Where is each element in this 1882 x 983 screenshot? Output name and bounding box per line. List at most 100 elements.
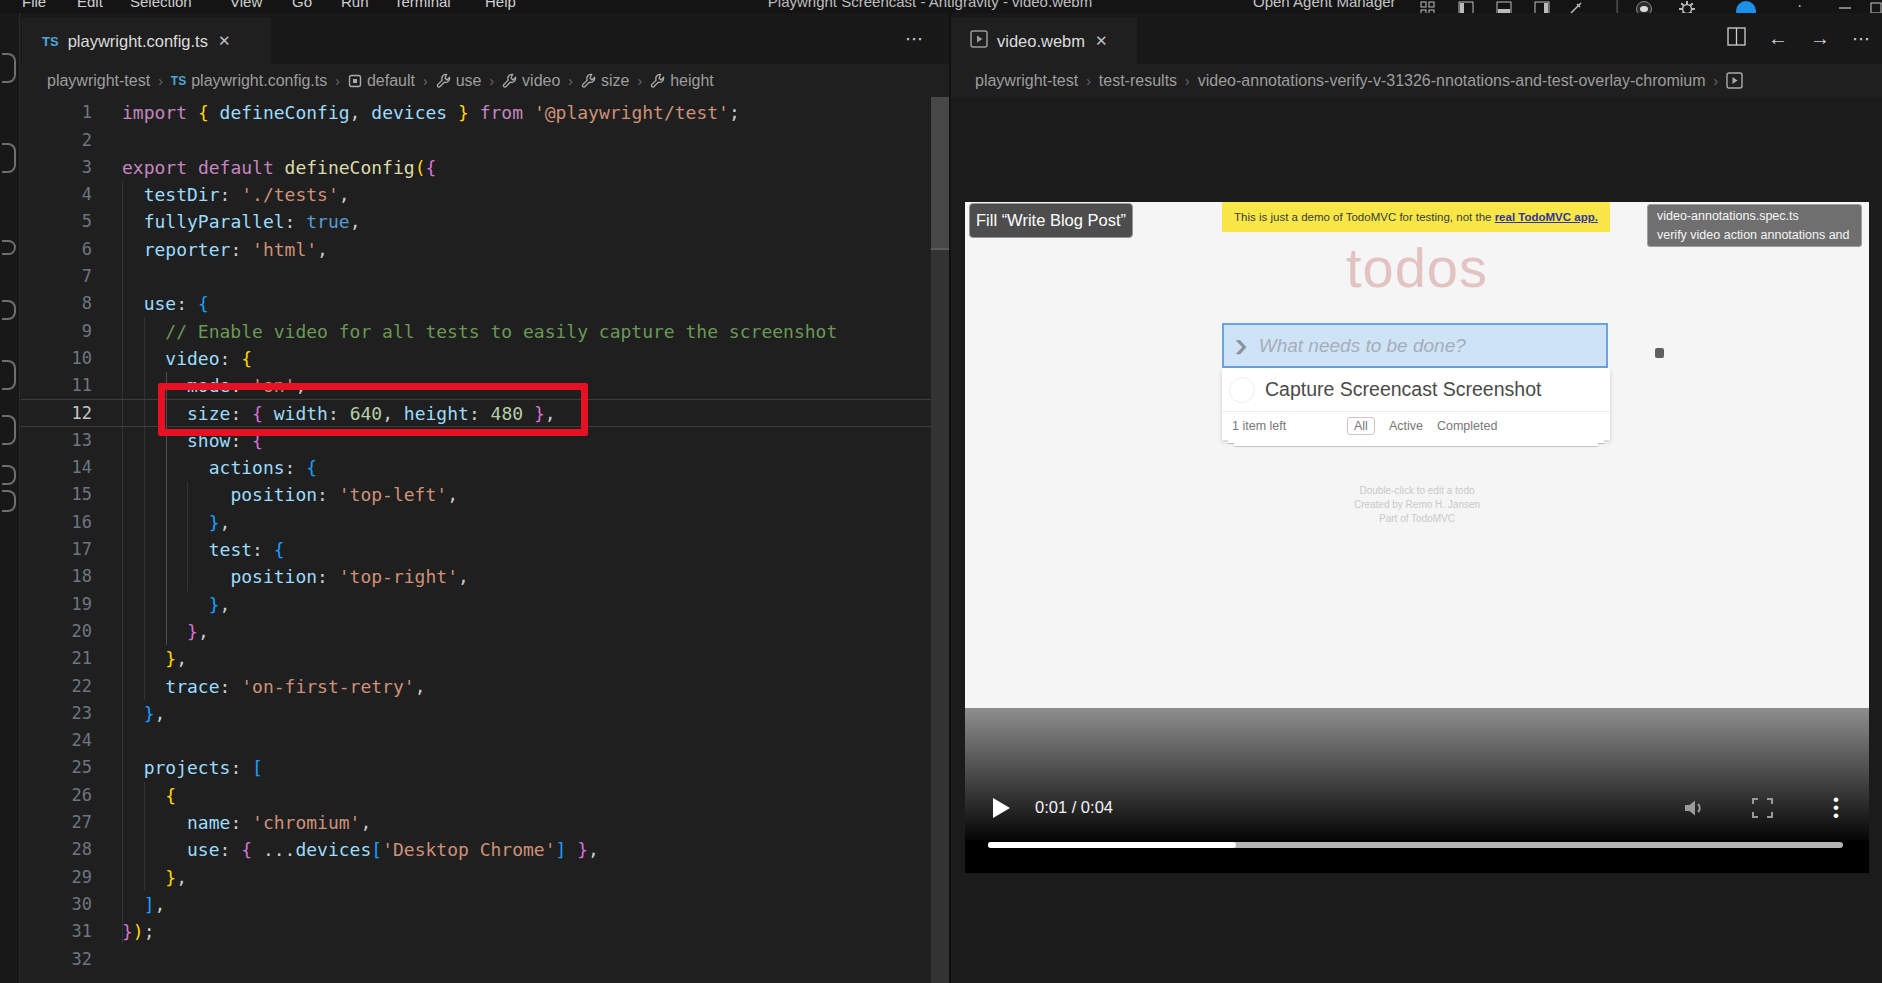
code-line-16: }, — [122, 509, 837, 536]
open-agent-manager-button[interactable]: Open Agent Manager — [1253, 0, 1396, 13]
video-file-icon — [1726, 72, 1743, 89]
breadcrumb-separator: › — [568, 73, 573, 89]
panel-right-icon[interactable] — [1534, 1, 1549, 13]
filter-completed[interactable]: Completed — [1437, 419, 1497, 433]
wrench-icon — [502, 73, 517, 88]
code-line-21: }, — [122, 645, 837, 672]
code-line-4: testDir: './tests', — [122, 181, 837, 208]
progress-bar[interactable] — [988, 842, 1843, 848]
breadcrumb-item[interactable]: TSplaywright.config.ts — [171, 72, 327, 90]
tab-video-webm[interactable]: video.webm ✕ — [951, 18, 1137, 64]
breadcrumb-item[interactable]: video-annotations-verify-v-31326-nnotati… — [1198, 72, 1706, 90]
breadcrumb-item[interactable]: height — [650, 72, 714, 90]
menu-view[interactable]: View — [230, 0, 262, 13]
typescript-icon: TS — [171, 74, 186, 88]
kebab-menu-icon[interactable]: ••• — [1826, 796, 1846, 820]
breadcrumb-separator: › — [1086, 73, 1091, 89]
filter-all[interactable]: All — [1347, 417, 1375, 435]
menu-help[interactable]: Help — [485, 0, 516, 13]
menu-go[interactable]: Go — [292, 0, 312, 13]
breadcrumb-item[interactable]: playwright-test — [975, 72, 1078, 90]
card-stack-edge — [1234, 443, 1598, 446]
left-tab-bar: TS playwright.config.ts ✕ ⋯ — [21, 13, 950, 64]
menu-terminal[interactable]: Terminal — [394, 0, 451, 13]
account-avatar[interactable] — [1736, 1, 1751, 13]
breadcrumb-item[interactable]: default — [348, 72, 415, 90]
code-line-9: // Enable video for all tests to easily … — [122, 318, 837, 345]
filter-active[interactable]: Active — [1389, 419, 1423, 433]
editor-actions[interactable]: ⋯ — [905, 13, 923, 64]
code-line-29: }, — [122, 864, 837, 891]
code-line-25: projects: [ — [122, 754, 837, 781]
typescript-icon: TS — [42, 34, 59, 49]
panel-left-icon[interactable] — [1458, 1, 1473, 13]
account-icon-sliver[interactable] — [2, 360, 16, 390]
minimize-icon[interactable] — [1838, 1, 1853, 13]
grid-icon[interactable] — [1420, 1, 1435, 13]
code-line-5: fullyParallel: true, — [122, 208, 837, 235]
code-line-17: test: { — [122, 536, 837, 563]
customize-layout-icon[interactable] — [1568, 1, 1583, 13]
back-arrow-icon[interactable]: ← — [1768, 27, 1788, 50]
breadcrumb-item[interactable]: size — [581, 72, 629, 90]
more-dots-icon[interactable]: · — [1797, 0, 1812, 12]
maximize-icon[interactable] — [1870, 1, 1882, 13]
code-line-19: }, — [122, 591, 837, 618]
annotation-red-box — [158, 383, 588, 436]
breadcrumb-item[interactable]: playwright-test — [47, 72, 150, 90]
left-breadcrumb[interactable]: playwright-test › TSplaywright.config.ts › d… — [21, 64, 950, 97]
forward-arrow-icon[interactable]: → — [1810, 27, 1830, 50]
search-icon-sliver[interactable] — [2, 143, 16, 173]
activity-bar[interactable] — [0, 13, 20, 983]
fullscreen-icon[interactable] — [1752, 798, 1773, 822]
settings-icon-sliver[interactable] — [2, 465, 16, 485]
more-icon[interactable]: ⋯ — [1852, 28, 1870, 50]
code-line-3: export default defineConfig({ — [122, 154, 837, 181]
code-line-10: video: { — [122, 345, 837, 372]
close-icon[interactable]: ✕ — [1095, 32, 1108, 50]
action-annotation-badge: Fill “Write Blog Post” — [969, 203, 1133, 238]
right-breadcrumb[interactable]: playwright-test › test-results › video-annot… — [951, 64, 1882, 97]
menu-run[interactable]: Run — [341, 0, 369, 13]
video-player[interactable]: Fill “Write Blog Post” This is just a de… — [965, 202, 1869, 873]
more-icon[interactable]: ⋯ — [905, 28, 923, 50]
chevron-icon-sliver[interactable] — [2, 300, 16, 320]
icon-sliver[interactable] — [2, 490, 16, 512]
editor-scrollbar[interactable] — [931, 97, 950, 983]
breadcrumb-item[interactable]: video — [502, 72, 560, 90]
dot-icon-sliver[interactable] — [2, 240, 16, 255]
wrench-icon — [436, 73, 451, 88]
breadcrumb-separator: › — [335, 73, 340, 89]
volume-icon[interactable] — [1683, 797, 1707, 823]
panel-bottom-icon[interactable] — [1496, 1, 1511, 13]
split-sash[interactable] — [949, 13, 951, 983]
breadcrumb-separator: › — [637, 73, 642, 89]
breadcrumb-item[interactable]: test-results — [1099, 72, 1177, 90]
code-line-2 — [122, 127, 837, 154]
items-left-label: 1 item left — [1232, 419, 1286, 433]
beaker-icon-sliver[interactable] — [2, 415, 16, 445]
play-button[interactable] — [993, 798, 1010, 818]
video-preview-pane: Fill “Write Blog Post” This is just a de… — [951, 97, 1882, 983]
breadcrumb-item[interactable]: use — [436, 72, 482, 90]
menu-file[interactable]: File — [22, 0, 46, 13]
code-editor[interactable]: 1234567891011121314151617181920212223242… — [21, 97, 950, 983]
breadcrumb-item[interactable] — [1726, 72, 1743, 89]
copy-icon-sliver[interactable] — [2, 53, 16, 83]
breadcrumb-separator: › — [1185, 73, 1190, 89]
menu-edit[interactable]: Edit — [77, 0, 103, 13]
copilot-icon[interactable] — [1636, 1, 1651, 13]
left-editor-group: TS playwright.config.ts ✕ ⋯ playwright-t… — [21, 13, 950, 983]
gear-icon[interactable] — [1679, 1, 1694, 13]
chevron-down-icon: ❯ — [1233, 338, 1249, 354]
split-editor-icon[interactable] — [1727, 27, 1746, 50]
code-line-27: name: 'chromium', — [122, 809, 837, 836]
menu-selection[interactable]: Selection — [130, 0, 192, 13]
code-line-15: position: 'top-left', — [122, 481, 837, 508]
breadcrumb-separator: › — [489, 73, 494, 89]
code-line-7 — [122, 263, 837, 290]
tab-playwright-config[interactable]: TS playwright.config.ts ✕ — [22, 18, 271, 64]
todo-input: ❯ What needs to be done? — [1222, 323, 1608, 368]
close-icon[interactable]: ✕ — [218, 32, 231, 50]
page-footer-line: Created by Remo H. Jansen — [965, 499, 1869, 510]
